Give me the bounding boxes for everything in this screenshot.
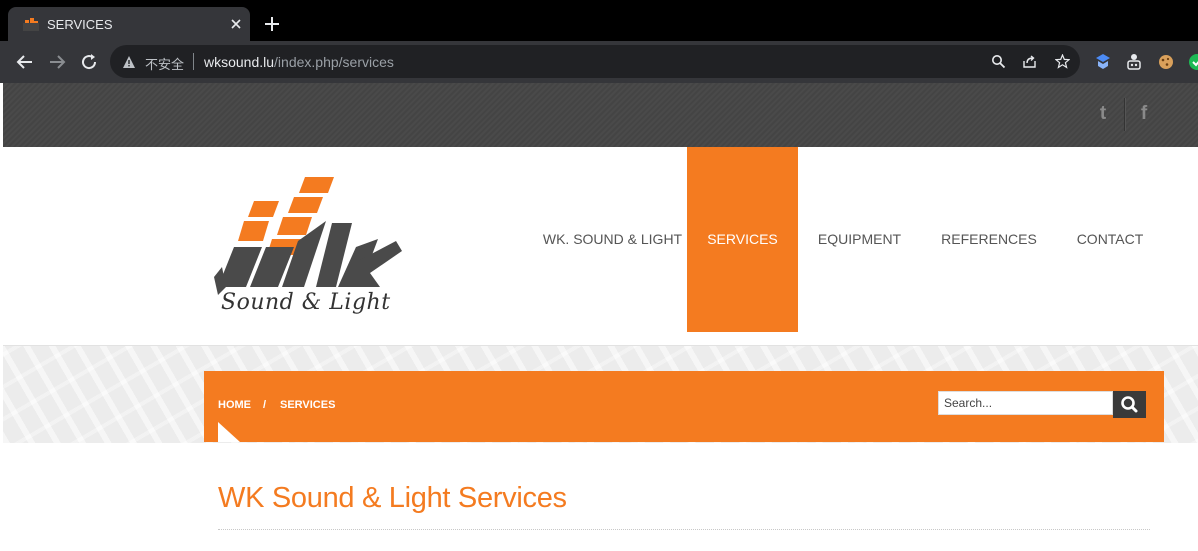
omnibox-divider xyxy=(193,53,194,70)
twitter-icon[interactable]: t xyxy=(1094,104,1112,124)
breadcrumb-notch xyxy=(218,422,240,442)
breadcrumb-current: SERVICES xyxy=(280,399,336,411)
close-tab-icon[interactable] xyxy=(228,16,244,32)
reload-icon[interactable] xyxy=(79,52,99,72)
site-header: Sound & Light WK. SOUND & LIGHT SERVICES… xyxy=(3,147,1198,345)
browser-toolbar: 不安全 wksound.lu/index.php/services xyxy=(0,41,1198,83)
title-divider xyxy=(218,529,1150,530)
extension-robot-icon[interactable] xyxy=(1125,53,1143,71)
extension-shield-icon[interactable] xyxy=(1094,53,1112,71)
logo-tagline: Sound & Light xyxy=(221,290,391,315)
browser-tab[interactable]: SERVICES xyxy=(8,7,250,41)
nav-item-equipment[interactable]: EQUIPMENT xyxy=(803,147,916,332)
address-bar[interactable]: 不安全 wksound.lu/index.php/services xyxy=(110,45,1080,78)
url-path: /index.php/services xyxy=(274,54,394,70)
facebook-icon[interactable]: f xyxy=(1135,104,1153,124)
extension-green-icon[interactable] xyxy=(1188,53,1198,71)
tab-strip: SERVICES xyxy=(0,0,1198,41)
new-tab-icon[interactable] xyxy=(264,16,280,32)
nav-item-wk-sound-light[interactable]: WK. SOUND & LIGHT xyxy=(518,147,707,332)
security-label[interactable]: 不安全 xyxy=(145,54,184,73)
forward-arrow-icon[interactable] xyxy=(47,52,67,72)
extension-cookie-icon[interactable] xyxy=(1157,53,1175,71)
search-icon[interactable] xyxy=(991,54,1006,69)
search-button[interactable] xyxy=(1113,391,1146,418)
bookmark-star-icon[interactable] xyxy=(1055,54,1070,69)
breadcrumb-separator: / xyxy=(263,399,267,411)
warning-icon[interactable] xyxy=(122,55,136,69)
social-divider xyxy=(1124,98,1125,131)
search-input[interactable] xyxy=(938,391,1113,415)
back-arrow-icon[interactable] xyxy=(15,52,35,72)
tab-title: SERVICES xyxy=(47,17,113,32)
breadcrumb-home-link[interactable]: HOME xyxy=(218,399,251,411)
url-text[interactable]: wksound.lu/index.php/services xyxy=(204,54,394,70)
site-top-bar: t f xyxy=(3,83,1198,147)
breadcrumb: HOME / SERVICES xyxy=(204,371,1164,442)
share-icon[interactable] xyxy=(1022,54,1037,69)
nav-item-references[interactable]: REFERENCES xyxy=(928,147,1050,332)
magnifier-icon xyxy=(1121,396,1138,413)
nav-item-services[interactable]: SERVICES xyxy=(687,147,798,332)
url-host: wksound.lu xyxy=(204,54,275,70)
site-favicon-icon xyxy=(23,18,39,31)
nav-item-contact[interactable]: CONTACT xyxy=(1062,147,1158,332)
page-title: WK Sound & Light Services xyxy=(218,482,567,514)
